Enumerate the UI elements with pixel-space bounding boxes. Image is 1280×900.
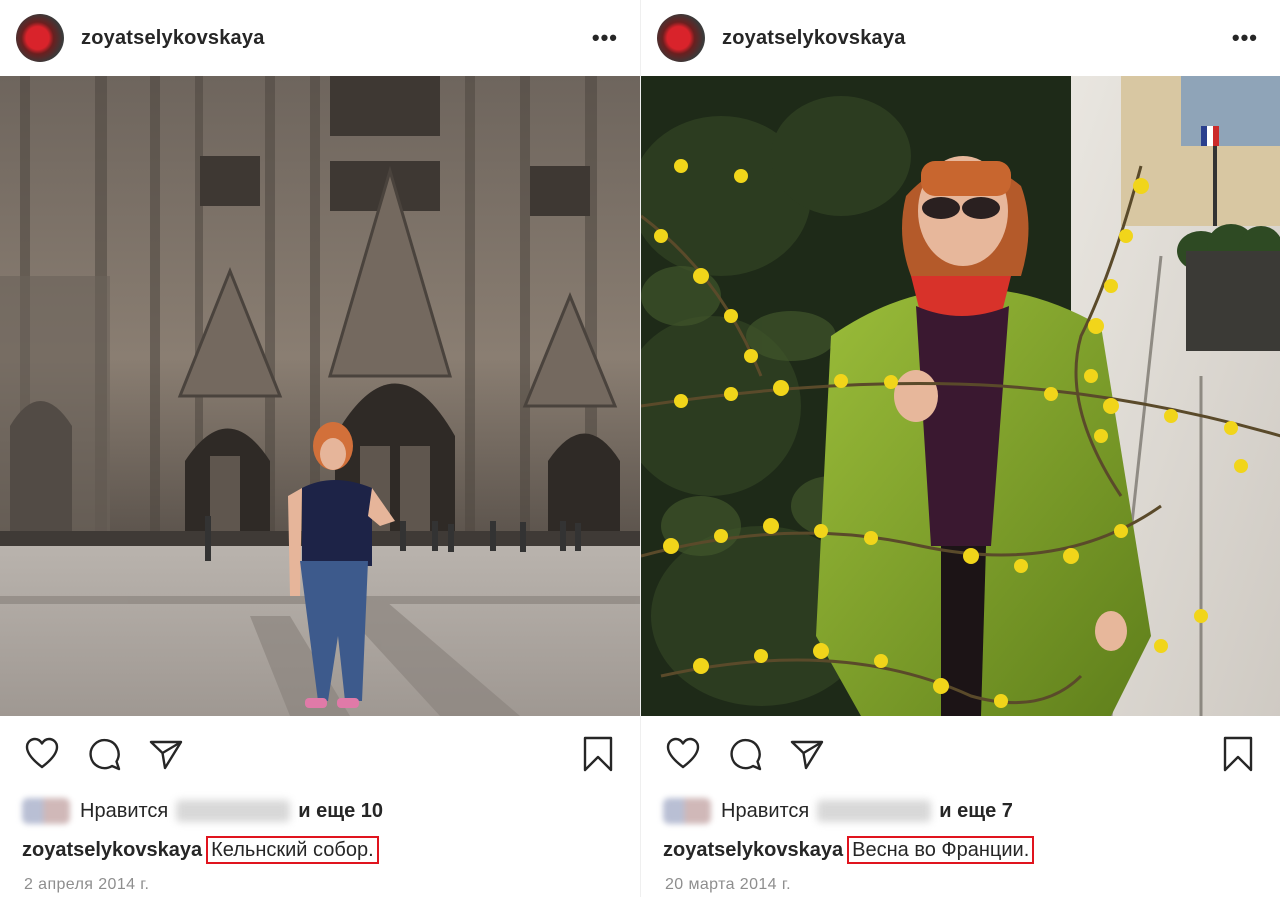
avatar[interactable] [657,14,705,62]
more-options-icon[interactable]: ••• [1232,25,1258,51]
comment-icon[interactable] [84,734,124,774]
caption-row: zoyatselykovskaya Весна во Франции. [641,830,1280,870]
bookmark-icon[interactable] [578,734,618,774]
likes-row: Нравится и еще 7 [641,792,1280,830]
likes-prefix: Нравится [80,799,169,822]
cathedral-photo [0,76,640,716]
comment-icon[interactable] [725,734,765,774]
paper-plane-icon[interactable] [146,734,186,774]
likes-more-count[interactable]: и еще 7 [939,800,1013,823]
post-photo[interactable] [641,76,1280,716]
liker-name-blurred[interactable] [817,800,932,822]
post-header: zoyatselykovskaya ••• [641,0,1280,76]
caption-text: Весна во Франции. [847,836,1035,864]
post-card-1: zoyatselykovskaya ••• Нравится и еще 10 … [0,0,640,897]
post-date: 20 марта 2014 г. [665,876,791,893]
post-photo[interactable] [0,76,640,716]
post-actions [641,716,1280,792]
bookmark-icon[interactable] [1218,734,1258,774]
heart-icon[interactable] [663,734,703,774]
paper-plane-icon[interactable] [787,734,827,774]
likes-prefix: Нравится [721,799,810,822]
heart-icon[interactable] [22,734,62,774]
likes-row: Нравится и еще 10 [0,792,640,830]
caption-text: Кельнский собор. [206,836,379,864]
username[interactable]: zoyatselykovskaya [722,27,906,50]
post-card-2: zoyatselykovskaya ••• Нравится и еще 7 z… [640,0,1280,897]
liker-avatars[interactable] [663,798,711,824]
likes-more-count[interactable]: и еще 10 [298,800,383,823]
caption-username[interactable]: zoyatselykovskaya [663,839,843,862]
liker-name-blurred[interactable] [176,800,291,822]
post-actions [0,716,640,792]
caption-row: zoyatselykovskaya Кельнский собор. [0,830,640,870]
forsythia-photo [641,76,1280,716]
more-options-icon[interactable]: ••• [592,25,618,51]
post-date: 2 апреля 2014 г. [24,876,150,893]
caption-username[interactable]: zoyatselykovskaya [22,839,202,862]
avatar[interactable] [16,14,64,62]
post-header: zoyatselykovskaya ••• [0,0,640,76]
liker-avatars[interactable] [22,798,70,824]
username[interactable]: zoyatselykovskaya [81,27,265,50]
